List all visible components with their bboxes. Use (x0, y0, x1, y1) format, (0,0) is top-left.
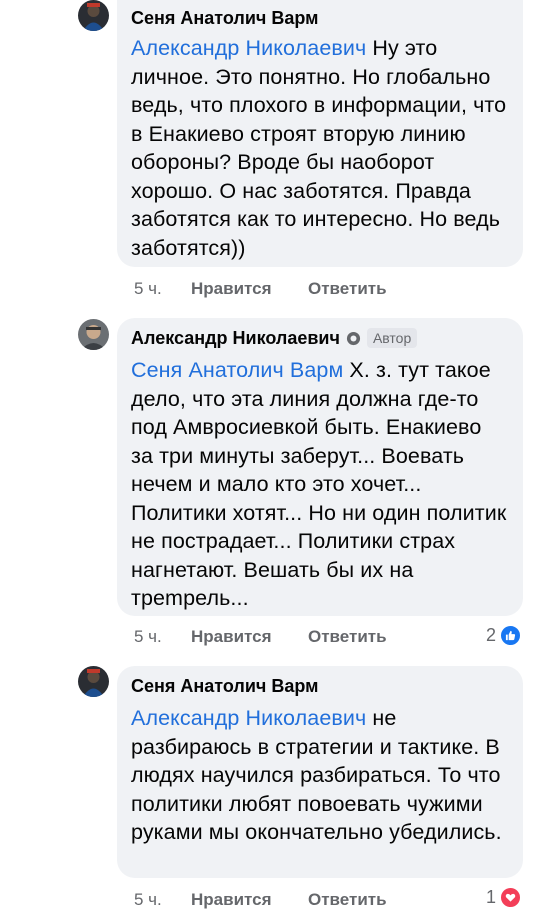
shield-icon (346, 331, 360, 345)
reply-button[interactable]: Ответить (308, 890, 387, 910)
comment-text: Александр Николаевич Ну это личное. Это … (131, 36, 507, 260)
like-icon (499, 624, 523, 647)
comment-bubble: Сеня Анатолич Варм Александр Николаевич … (117, 666, 523, 878)
comment-bubble: Сеня Анатолич Варм Александр Николаевич … (117, 0, 523, 267)
comment-actions: 5 ч. Нравится Ответить (134, 279, 387, 299)
mention-link[interactable]: Александр Николаевич (131, 36, 366, 60)
mention-link[interactable]: Александр Николаевич (131, 706, 366, 730)
like-button[interactable]: Нравится (191, 279, 308, 299)
mention-link[interactable]: Сеня Анатолич Варм (131, 358, 343, 382)
comment-author[interactable]: Александр Николаевич Автор (131, 328, 509, 348)
comment-timestamp[interactable]: 5 ч. (134, 890, 191, 910)
reply-button[interactable]: Ответить (308, 627, 387, 647)
avatar[interactable] (78, 666, 109, 697)
author-badge: Автор (366, 328, 418, 348)
reaction-count: 2 (486, 625, 497, 645)
love-icon (499, 886, 523, 909)
comment-actions: 5 ч. Нравится Ответить (134, 627, 387, 647)
comment-timestamp[interactable]: 5 ч. (134, 627, 191, 647)
reaction-summary[interactable]: 1 (486, 886, 523, 909)
like-button[interactable]: Нравится (191, 627, 308, 647)
comment-author[interactable]: Сеня Анатолич Варм (131, 676, 509, 696)
comment-author[interactable]: Сеня Анатолич Варм (131, 8, 509, 28)
comment-text: Сеня Анатолич Варм Х. з. тут такое дело,… (131, 358, 507, 610)
avatar[interactable] (78, 0, 109, 31)
comment-bubble: Александр Николаевич Автор Сеня Анатолич… (117, 318, 523, 616)
like-button[interactable]: Нравится (191, 890, 308, 910)
comment-text: Александр Николаевич не разбираюсь в стр… (131, 706, 502, 844)
reply-button[interactable]: Ответить (308, 279, 387, 299)
comment-actions: 5 ч. Нравится Ответить (134, 890, 387, 910)
reaction-count: 1 (486, 887, 497, 907)
comment-timestamp[interactable]: 5 ч. (134, 279, 191, 299)
reaction-summary[interactable]: 2 (486, 624, 523, 647)
avatar[interactable] (78, 319, 109, 350)
